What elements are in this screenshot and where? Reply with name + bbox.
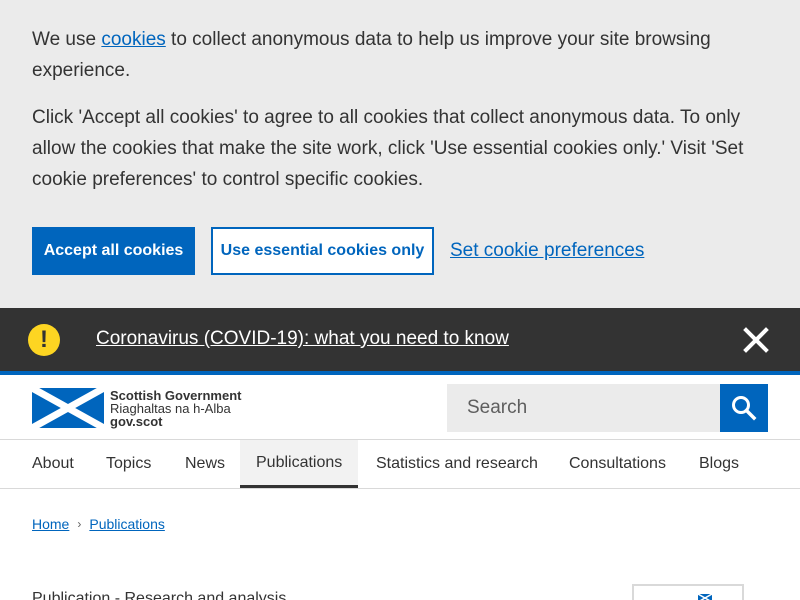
exclamation-icon: ! — [28, 324, 60, 356]
essential-cookies-button[interactable]: Use essential cookies only — [211, 227, 434, 275]
nav-item-consultations[interactable]: Consultations — [553, 440, 682, 488]
nav-item-blogs[interactable]: Blogs — [683, 440, 755, 488]
nav-item-statistics-and-research[interactable]: Statistics and research — [360, 440, 554, 488]
cookie-preferences-link[interactable]: Set cookie preferences — [450, 239, 644, 263]
cookie-intro-text: We use cookies to collect anonymous data… — [32, 24, 772, 86]
close-icon[interactable] — [740, 324, 772, 356]
site-header: Scottish Government Riaghaltas na h-Alba… — [0, 375, 800, 440]
cookie-intro-prefix: We use — [32, 29, 102, 50]
chevron-right-icon: › — [77, 517, 82, 531]
search-icon — [732, 396, 757, 421]
search-input[interactable] — [447, 384, 720, 432]
nav-item-topics[interactable]: Topics — [90, 440, 167, 488]
breadcrumb-home-link[interactable]: Home — [32, 516, 69, 532]
nav-item-publications[interactable]: Publications — [240, 440, 359, 488]
nav-item-news[interactable]: News — [169, 440, 241, 488]
breadcrumb-publications-link[interactable]: Publications — [89, 516, 165, 532]
cookie-banner: We use cookies to collect anonymous data… — [0, 0, 800, 308]
search-button[interactable] — [720, 384, 768, 432]
main-navigation: About Topics News Publications Statistic… — [0, 440, 800, 489]
nav-item-about[interactable]: About — [16, 440, 90, 488]
covid-alert-bar: ! Coronavirus (COVID-19): what you need … — [0, 308, 800, 371]
cookie-instructions-text: Click 'Accept all cookies' to agree to a… — [32, 107, 744, 190]
saltire-flag-icon — [32, 388, 104, 428]
cookies-link[interactable]: cookies — [101, 29, 165, 50]
logo-wordmark: Scottish Government Riaghaltas na h-Alba… — [110, 389, 241, 428]
document-cover-thumbnail[interactable] — [632, 584, 744, 600]
breadcrumb: Home › Publications — [32, 516, 165, 532]
accept-all-cookies-button[interactable]: Accept all cookies — [32, 227, 195, 275]
logo-line-gaelic: Riaghaltas na h-Alba — [110, 400, 231, 416]
site-logo[interactable]: Scottish Government Riaghaltas na h-Alba… — [32, 388, 247, 428]
saltire-flag-icon — [698, 594, 712, 600]
publication-type-label: Publication - Research and analysis — [32, 590, 287, 600]
logo-line-govscot: gov.scot — [110, 413, 163, 429]
covid-alert-link[interactable]: Coronavirus (COVID-19): what you need to… — [96, 327, 509, 351]
logo-line-scottish-government: Scottish Government — [110, 387, 242, 403]
